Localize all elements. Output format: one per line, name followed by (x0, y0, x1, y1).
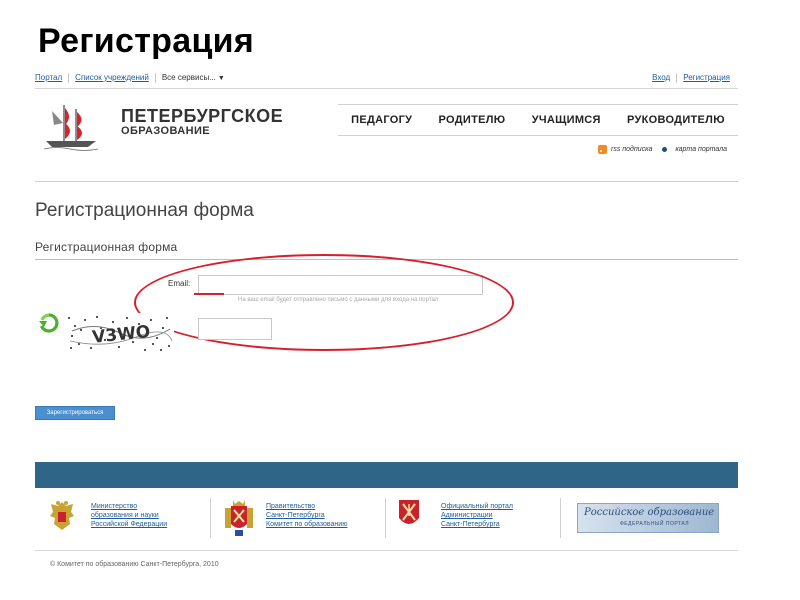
chevron-down-icon: ▼ (217, 75, 225, 82)
services-dropdown-label: Все сервисы... (161, 73, 216, 82)
login-link[interactable]: Вход (652, 73, 670, 83)
banner-title: Российское образование (584, 507, 715, 518)
form-subtitle: Регистрационная форма (35, 240, 178, 254)
footer-separator (385, 498, 386, 538)
rss-link[interactable]: rss подписка (611, 146, 652, 153)
footer-link-ministry[interactable]: Министерство образования и науки Российс… (91, 502, 167, 529)
logo-subtitle[interactable]: ОБРАЗОВАНИЕ (121, 125, 210, 137)
services-dropdown[interactable]: Все сервисы... ▼ (162, 73, 225, 83)
footer-link-line: Министерство (91, 503, 138, 510)
banner-subtitle: ФЕДЕРАЛЬНЫЙ ПОРТАЛ (620, 521, 690, 527)
top-nav: Портал Список учреждений Все сервисы... ▼… (35, 66, 738, 89)
footer-separator (560, 498, 561, 538)
footer-bar (35, 462, 738, 488)
footer-link-spb-portal[interactable]: Официальный портал Администрации Санкт-П… (441, 502, 513, 529)
footer-link-line: образования и науки (91, 512, 159, 519)
top-nav-left: Портал Список учреждений Все сервисы... ▼ (35, 73, 225, 83)
nav-link-portal[interactable]: Портал (35, 73, 62, 83)
menu-item-manager[interactable]: РУКОВОДИТЕЛЮ (627, 114, 725, 126)
header-divider (35, 181, 738, 182)
footer: Министерство образования и науки Российс… (35, 488, 738, 551)
footer-link-government[interactable]: Правительство Санкт-Петербурга Комитет п… (266, 502, 347, 529)
spb-shield-icon[interactable] (397, 498, 421, 530)
slide-title: Регистрация (38, 22, 254, 60)
captcha-image: V3WO (66, 313, 174, 353)
utility-links: rss подписка карта портала (598, 145, 727, 154)
nav-separator (154, 73, 156, 83)
register-link[interactable]: Регистрация (683, 73, 730, 83)
logo-title[interactable]: ПЕТЕРБУРГСКОЕ (121, 106, 283, 127)
nav-separator (68, 73, 70, 83)
footer-separator (210, 498, 211, 538)
footer-link-line: Правительство (266, 503, 316, 510)
register-button[interactable]: Зарегистрироваться (35, 406, 115, 420)
menu-item-students[interactable]: УЧАЩИМСЯ (532, 114, 601, 126)
nav-link-institutions[interactable]: Список учреждений (75, 73, 149, 83)
page-title: Регистрационная форма (35, 200, 254, 221)
spb-coat-of-arms-icon[interactable] (221, 498, 257, 538)
nav-separator (676, 73, 678, 83)
russian-eagle-emblem-icon[interactable] (47, 498, 77, 534)
footer-link-line: Официальный портал (441, 503, 513, 510)
footer-link-line: Администрации (441, 512, 493, 519)
copyright: © Комитет по образованию Санкт-Петербург… (50, 561, 219, 568)
footer-link-line: Комитет по образованию (266, 521, 348, 528)
top-nav-right: Вход Регистрация (652, 73, 730, 83)
highlight-oval (134, 254, 514, 351)
rss-icon[interactable] (598, 145, 607, 154)
bullet-icon (662, 147, 668, 152)
sitemap-link[interactable]: карта портала (675, 146, 727, 153)
menu-item-teacher[interactable]: ПЕДАГОГУ (351, 114, 412, 126)
menu-item-parent[interactable]: РОДИТЕЛЮ (439, 114, 506, 126)
ship-icon[interactable] (42, 103, 100, 151)
footer-link-line: Санкт-Петербурга (441, 521, 500, 528)
footer-link-line: Российской Федерации (91, 521, 168, 528)
russian-education-banner[interactable]: Российское образование ФЕДЕРАЛЬНЫЙ ПОРТА… (577, 503, 719, 533)
main-menu: ПЕДАГОГУ РОДИТЕЛЮ УЧАЩИМСЯ РУКОВОДИТЕЛЮ (338, 104, 738, 136)
captcha-input[interactable] (198, 318, 272, 340)
footer-link-line: Санкт-Петербурга (266, 512, 325, 519)
refresh-icon[interactable] (38, 312, 60, 334)
